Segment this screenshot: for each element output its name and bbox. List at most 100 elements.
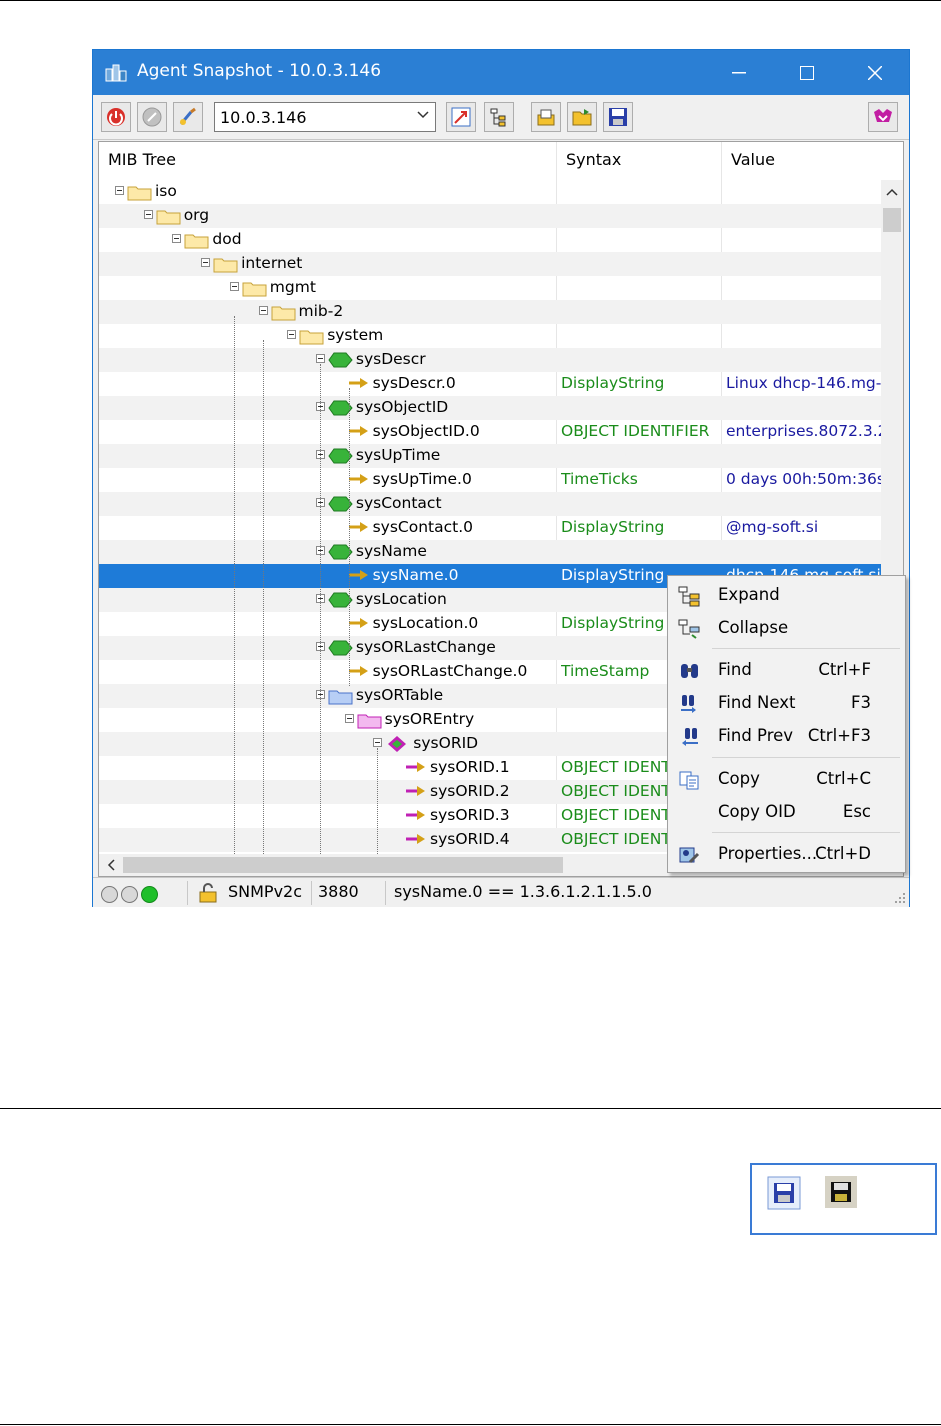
collapse-toggle-icon[interactable] [143, 210, 153, 219]
open-folder-icon[interactable] [567, 102, 597, 132]
menu-item-expand[interactable]: Expand [668, 580, 905, 610]
tree-row[interactable]: internet [99, 252, 882, 276]
scroll-up-icon[interactable] [886, 188, 898, 196]
leaf-arrow-icon [347, 616, 371, 634]
node-label: sysORTable [355, 686, 444, 704]
menu-label: Copy [718, 769, 760, 788]
lock-icon [199, 883, 217, 903]
minimize-button[interactable] [705, 50, 773, 95]
menu-item-find[interactable]: Find Ctrl+F [668, 655, 905, 685]
node-label: dod [212, 230, 242, 248]
tree-row[interactable]: sysUpTime [99, 444, 882, 468]
collapse-toggle-icon[interactable] [229, 282, 239, 291]
collapse-toggle-icon[interactable] [115, 186, 124, 195]
disconnect-icon[interactable] [137, 102, 167, 132]
binoculars-icon [681, 664, 698, 678]
tree-row[interactable]: sysContact.0 DisplayString @mg-soft.si [99, 516, 882, 540]
tree-row[interactable]: org [99, 204, 882, 228]
node-label: mib-2 [298, 302, 344, 320]
save-icon [767, 1176, 801, 1210]
tree-row[interactable]: sysName [99, 540, 882, 564]
node-label: iso [155, 182, 177, 200]
clear-icon[interactable] [173, 102, 203, 132]
save-icons-box [750, 1163, 937, 1235]
column-mib-tree[interactable]: MIB Tree [108, 150, 176, 169]
leaf-arrow-icon [404, 760, 428, 778]
export-icon[interactable] [531, 102, 561, 132]
node-label: sysORID.2 [430, 782, 510, 800]
menu-item-find-prev[interactable]: Find Prev Ctrl+F3 [668, 721, 905, 751]
collapse-toggle-icon[interactable] [172, 234, 182, 243]
find-prev-icon [682, 728, 698, 746]
address-combobox[interactable]: 10.0.3.146 [214, 102, 436, 132]
horizontal-scroll-thumb[interactable] [123, 857, 563, 873]
collapse-toggle-icon[interactable] [373, 738, 383, 747]
folder-icon [357, 711, 383, 733]
menu-shortcut: Ctrl+C [816, 769, 871, 788]
tree-guide-line [348, 388, 350, 686]
collapse-toggle-icon[interactable] [315, 354, 325, 363]
title-bar[interactable]: Agent Snapshot - 10.0.3.146 [93, 50, 909, 95]
syntax-cell: OBJECT IDENTIFIER [561, 758, 671, 776]
vertical-scroll-thumb[interactable] [883, 208, 901, 232]
menu-item-find-next[interactable]: Find Next F3 [668, 688, 905, 718]
tree-row[interactable]: sysDescr.0 DisplayString Linux dhcp-146.mg… [99, 372, 882, 396]
mib-browser-icon[interactable] [868, 102, 898, 132]
collapse-toggle-icon[interactable] [201, 258, 211, 267]
folder-icon [242, 279, 268, 301]
tree-row[interactable]: system [99, 324, 882, 348]
node-label: sysName [355, 542, 427, 560]
tree-row[interactable]: sysObjectID.0 OBJECT IDENTIFIER enterprise… [99, 420, 882, 444]
status-led-icon [101, 886, 118, 903]
menu-shortcut: F3 [851, 693, 871, 712]
menu-item-properties[interactable]: Properties... Ctrl+D [668, 839, 905, 869]
leaf-arrow-icon [347, 664, 371, 682]
tree-row[interactable]: sysObjectID [99, 396, 882, 420]
column-syntax[interactable]: Syntax [566, 150, 621, 169]
menu-separator [712, 648, 900, 649]
tree-guide-line [233, 316, 235, 854]
mib-node-icon [328, 543, 354, 565]
bottom-rule [0, 1424, 941, 1425]
maximize-button[interactable] [773, 50, 841, 95]
folder-icon [328, 687, 354, 709]
properties-icon [679, 847, 700, 864]
menu-item-collapse[interactable]: Collapse [668, 613, 905, 643]
toolbar: 10.0.3.146 [93, 95, 909, 140]
resize-grip-icon[interactable] [894, 892, 906, 904]
expand-icon [678, 586, 700, 607]
collapse-toggle-icon[interactable] [258, 306, 268, 315]
collapse-toggle-icon[interactable] [287, 330, 297, 339]
chevron-down-icon[interactable] [417, 111, 429, 119]
tree-row[interactable]: iso [99, 180, 882, 204]
status-protocol: SNMPv2c [228, 882, 303, 901]
collapse-toggle-icon[interactable] [344, 714, 354, 723]
scroll-left-icon[interactable] [107, 859, 115, 871]
tree-row[interactable]: sysContact [99, 492, 882, 516]
tree-row[interactable]: sysDescr [99, 348, 882, 372]
menu-label: Find Next [718, 693, 796, 712]
folder-icon [156, 207, 182, 229]
tree-view-icon[interactable] [484, 102, 514, 132]
node-label: sysLocation [355, 590, 447, 608]
tree-row[interactable]: sysUpTime.0 TimeTicks 0 days 00h:50m:36s.1… [99, 468, 882, 492]
menu-item-copy-oid[interactable]: Copy OID Esc [668, 797, 905, 827]
close-button[interactable] [841, 50, 909, 95]
tree-row[interactable]: dod [99, 228, 882, 252]
node-label: sysObjectID [355, 398, 449, 416]
leaf-arrow-icon [347, 520, 371, 538]
folder-icon [299, 327, 325, 349]
status-divider [311, 881, 312, 905]
mib-node-icon [328, 447, 354, 469]
connect-icon[interactable] [101, 102, 131, 132]
tree-row[interactable]: mib-2 [99, 300, 882, 324]
syntax-cell: OBJECT IDENTIFIER [561, 782, 671, 800]
column-value[interactable]: Value [731, 150, 775, 169]
menu-item-copy[interactable]: Copy Ctrl+C [668, 764, 905, 794]
mib-node-icon [328, 399, 354, 421]
save-icon[interactable] [603, 102, 633, 132]
syntax-cell: DisplayString [561, 518, 665, 536]
syntax-cell: DisplayString [561, 614, 665, 632]
query-icon[interactable] [446, 102, 476, 132]
tree-row[interactable]: mgmt [99, 276, 882, 300]
